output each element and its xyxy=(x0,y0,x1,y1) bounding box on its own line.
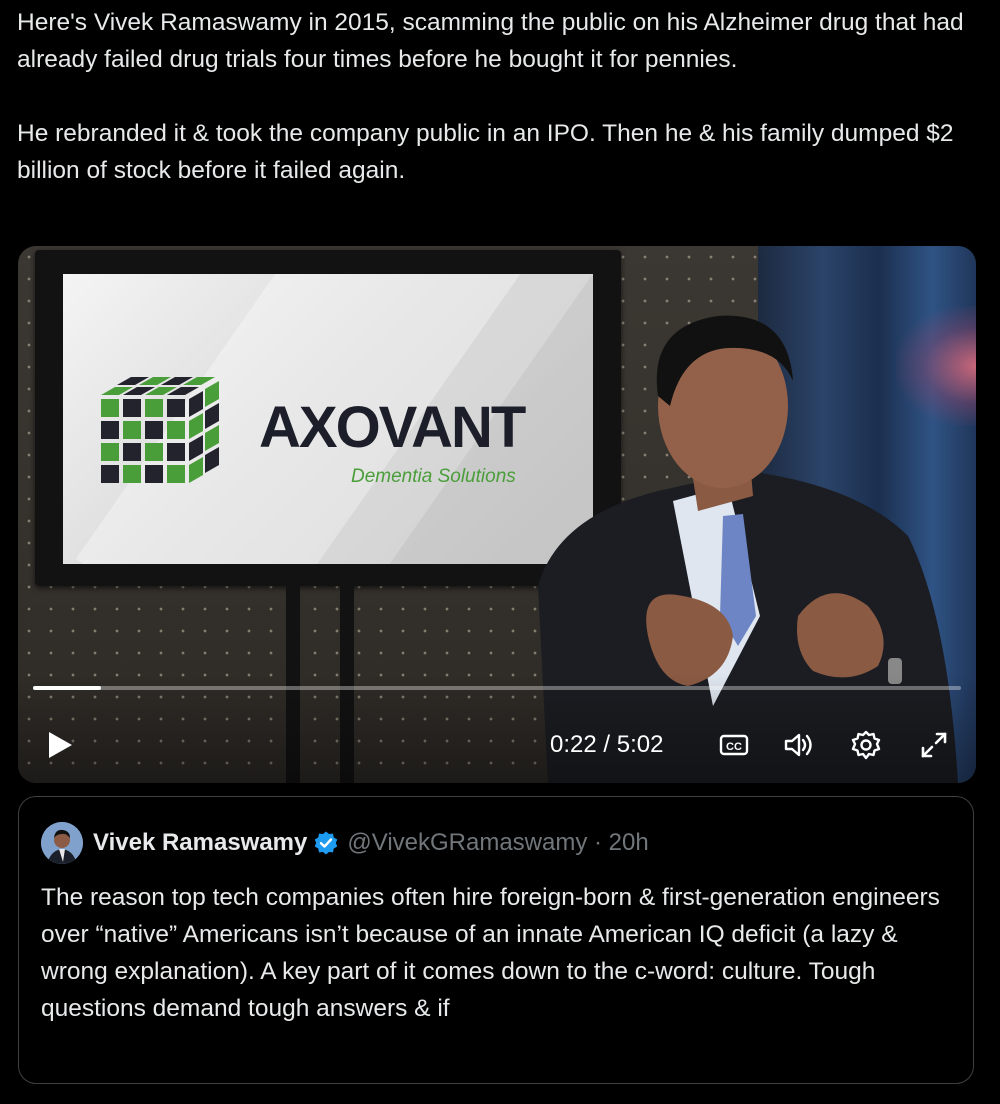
expand-icon[interactable] xyxy=(917,728,951,762)
screen-brand: AXOVANT xyxy=(259,395,526,460)
cube-logo-icon xyxy=(101,377,219,483)
tweet-paragraph-2: He rebranded it & took the company publi… xyxy=(17,120,954,184)
svg-text:CC: CC xyxy=(726,741,742,753)
author-handle-time: @VivekGRamaswamy · 20h xyxy=(347,829,649,856)
screen-tagline: Dementia Solutions xyxy=(351,466,516,487)
video-player[interactable]: AXOVANT Dementia Solutions 0:22 / 5:02 C… xyxy=(18,246,976,783)
tweet-paragraph-1: Here's Vivek Ramaswamy in 2015, scamming… xyxy=(17,9,964,73)
author-name[interactable]: Vivek Ramaswamy xyxy=(93,829,307,857)
quoted-tweet[interactable]: Vivek Ramaswamy @VivekGRamaswamy · 20h T… xyxy=(18,796,974,1084)
quoted-tweet-text: The reason top tech companies often hire… xyxy=(41,884,940,1022)
avatar[interactable] xyxy=(41,822,83,864)
quoted-tweet-header: Vivek Ramaswamy @VivekGRamaswamy · 20h xyxy=(41,822,649,864)
progress-fill xyxy=(33,686,101,690)
progress-bar[interactable] xyxy=(33,686,961,690)
verified-badge-icon xyxy=(315,831,338,855)
time-display: 0:22 / 5:02 xyxy=(550,731,664,758)
tweet-text: Here's Vivek Ramaswamy in 2015, scamming… xyxy=(17,4,977,189)
volume-icon[interactable] xyxy=(782,728,816,762)
closed-captions-icon[interactable]: CC xyxy=(717,728,751,762)
gear-icon[interactable] xyxy=(849,728,883,762)
play-icon[interactable] xyxy=(46,730,74,760)
